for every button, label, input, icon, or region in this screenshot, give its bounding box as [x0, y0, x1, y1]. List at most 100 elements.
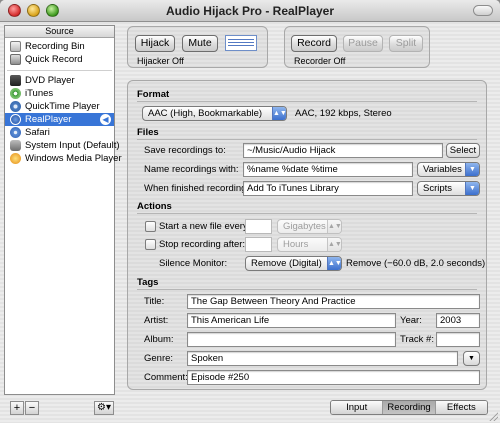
- source-item-quick-record[interactable]: Quick Record: [5, 53, 114, 66]
- comment-tag-field[interactable]: Episode #250: [187, 370, 480, 385]
- hijacker-status: Hijacker Off: [137, 56, 184, 66]
- scripts-label: Scripts: [423, 183, 453, 194]
- format-section-title: Format: [137, 89, 170, 100]
- source-item-windows-media-player[interactable]: Windows Media Player: [5, 152, 122, 165]
- gear-menu-button[interactable]: ⚙▾: [94, 401, 114, 415]
- source-list-header: Source: [5, 26, 114, 38]
- stop-after-amount-field[interactable]: [245, 237, 272, 252]
- year-tag-field[interactable]: 2003: [436, 313, 480, 328]
- source-item-system-input[interactable]: System Input (Default): [5, 139, 120, 152]
- system-input-icon: [10, 140, 21, 151]
- track-tag-label: Track #:: [400, 334, 434, 345]
- source-item-label: Windows Media Player: [25, 153, 122, 164]
- save-location-field[interactable]: ~/Music/Audio Hijack: [243, 143, 443, 158]
- dvd-player-icon: [10, 75, 21, 86]
- stop-after-unit-popup[interactable]: Hours ▲▼: [277, 237, 342, 252]
- stop-recording-checkbox[interactable]: [145, 239, 156, 250]
- toolbar-toggle-button[interactable]: [473, 5, 493, 16]
- chevron-down-icon: ▼: [468, 355, 475, 362]
- remove-source-button[interactable]: −: [25, 401, 39, 415]
- silence-monitor-popup[interactable]: Remove (Digital) ▲▼: [245, 256, 342, 271]
- source-item-label: DVD Player: [25, 75, 75, 86]
- quick-record-icon: [10, 54, 21, 65]
- source-item-label: iTunes: [25, 88, 54, 99]
- new-file-amount-field[interactable]: [245, 219, 272, 234]
- popup-arrows-icon: ▲▼: [327, 220, 341, 233]
- actions-section-title: Actions: [137, 201, 172, 212]
- recorder-status: Recorder Off: [294, 56, 346, 66]
- popup-arrows-icon: ▲▼: [327, 257, 341, 270]
- source-item-dvd-player[interactable]: DVD Player: [5, 74, 114, 87]
- new-file-checkbox[interactable]: [145, 221, 156, 232]
- title-bar: Audio Hijack Pro - RealPlayer: [0, 0, 500, 22]
- section-divider: [137, 101, 477, 102]
- itunes-icon: [10, 88, 21, 99]
- pause-button[interactable]: Pause: [343, 35, 383, 52]
- section-divider: [137, 213, 477, 214]
- popup-arrow-icon: ▼: [465, 182, 479, 195]
- safari-icon: [10, 127, 21, 138]
- recorder-group: Record Pause Split Recorder Off: [284, 26, 430, 68]
- genre-tag-field[interactable]: Spoken: [187, 351, 458, 366]
- tab-effects[interactable]: Effects: [435, 401, 487, 414]
- realplayer-icon: [10, 114, 21, 125]
- artist-tag-label: Artist:: [144, 315, 169, 326]
- split-button[interactable]: Split: [389, 35, 423, 52]
- select-folder-button[interactable]: Select: [446, 143, 480, 158]
- windows-media-icon: [10, 153, 21, 164]
- genre-tag-label: Genre:: [144, 353, 174, 364]
- source-item-safari[interactable]: Safari: [5, 126, 114, 139]
- window-title: Audio Hijack Pro - RealPlayer: [165, 4, 335, 18]
- finished-action-field[interactable]: Add To iTunes Library: [243, 181, 413, 196]
- popup-arrows-icon: ▲▼: [272, 107, 286, 120]
- section-divider: [137, 289, 477, 290]
- speaker-icon: ◀: [100, 114, 111, 125]
- silence-monitor-value: Remove (Digital): [251, 258, 322, 269]
- format-preset-popup[interactable]: AAC (High, Bookmarkable) ▲▼: [142, 106, 287, 121]
- resize-grip-icon[interactable]: [488, 411, 498, 421]
- source-divider: [7, 70, 112, 71]
- popup-arrow-icon: ▼: [465, 163, 479, 176]
- source-item-realplayer[interactable]: RealPlayer ◀: [5, 113, 114, 126]
- new-file-label: Start a new file every:: [159, 221, 251, 232]
- source-item-label: Quick Record: [25, 54, 83, 65]
- panel-tabs: Input Recording Effects: [330, 400, 488, 415]
- source-item-label: QuickTime Player: [25, 101, 100, 112]
- track-tag-field[interactable]: [436, 332, 480, 347]
- source-item-itunes[interactable]: iTunes: [5, 87, 114, 100]
- hijack-button[interactable]: Hijack: [135, 35, 175, 52]
- variables-popup[interactable]: Variables ▼: [417, 162, 480, 177]
- tab-recording[interactable]: Recording: [383, 401, 436, 414]
- hijack-group: Hijack Mute Hijacker Off: [127, 26, 268, 68]
- mute-button[interactable]: Mute: [182, 35, 218, 52]
- source-item-label: System Input (Default): [25, 140, 120, 151]
- add-source-button[interactable]: +: [10, 401, 24, 415]
- popup-arrows-icon: ▲▼: [327, 238, 341, 251]
- source-item-label: Safari: [25, 127, 50, 138]
- variables-label: Variables: [423, 164, 462, 175]
- format-summary: AAC, 192 kbps, Stereo: [295, 108, 392, 119]
- name-pattern-field[interactable]: %name %date %time: [243, 162, 413, 177]
- record-button[interactable]: Record: [291, 35, 337, 52]
- silence-monitor-label: Silence Monitor:: [159, 258, 228, 269]
- album-tag-label: Album:: [144, 334, 174, 345]
- album-tag-field[interactable]: [187, 332, 396, 347]
- stop-after-unit-value: Hours: [283, 239, 309, 250]
- tab-input[interactable]: Input: [331, 401, 384, 414]
- title-tag-field[interactable]: The Gap Between Theory And Practice: [187, 294, 480, 309]
- source-list: Source Recording Bin Quick Record DVD Pl…: [4, 25, 122, 395]
- save-location-label: Save recordings to:: [144, 145, 226, 156]
- files-section-title: Files: [137, 127, 159, 138]
- source-item-quicktime-player[interactable]: QuickTime Player: [5, 100, 114, 113]
- artist-tag-field[interactable]: This American Life: [187, 313, 396, 328]
- genre-menu-button[interactable]: ▼: [463, 351, 480, 366]
- source-item-recording-bin[interactable]: Recording Bin: [5, 40, 114, 53]
- recording-bin-icon: [10, 41, 21, 52]
- new-file-unit-popup[interactable]: Gigabytes ▲▼: [277, 219, 342, 234]
- section-divider: [137, 139, 477, 140]
- app-window: Audio Hijack Pro - RealPlayer Source Rec…: [0, 0, 500, 423]
- silence-monitor-detail: Remove (−60.0 dB, 2.0 seconds): [346, 258, 486, 269]
- new-file-unit-value: Gigabytes: [283, 221, 326, 232]
- name-recordings-label: Name recordings with:: [144, 164, 239, 175]
- scripts-popup[interactable]: Scripts ▼: [417, 181, 480, 196]
